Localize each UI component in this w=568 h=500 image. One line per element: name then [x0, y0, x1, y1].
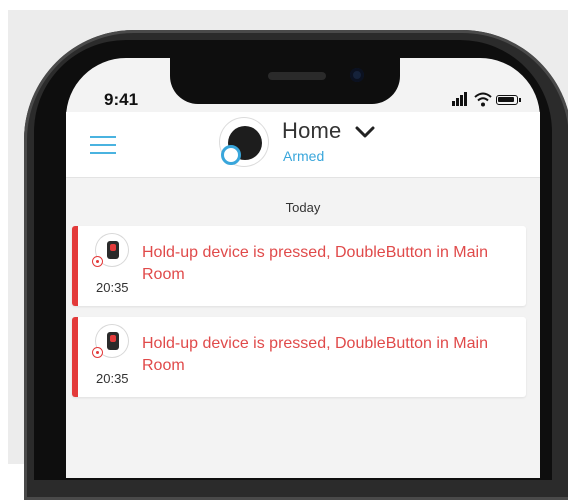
- menu-line: [90, 144, 116, 146]
- chevron-down-icon[interactable]: [352, 122, 378, 142]
- phone-notch: [170, 58, 400, 104]
- wifi-icon: [474, 92, 492, 107]
- alarm-badge-icon: [92, 347, 103, 358]
- event-card[interactable]: 20:35 Hold-up device is pressed, DoubleB…: [72, 226, 526, 306]
- event-card[interactable]: 20:35 Hold-up device is pressed, DoubleB…: [72, 317, 526, 397]
- signal-icon-bar: [464, 92, 467, 106]
- signal-icon-bar: [460, 95, 463, 106]
- hub-name-title[interactable]: Home: [282, 118, 342, 144]
- screenshot-stage: 9:41 Home Armed Today 20:35 Hold-up devi…: [0, 0, 568, 500]
- hamburger-menu-icon[interactable]: [90, 136, 116, 154]
- battery-icon: [496, 95, 518, 105]
- status-icons: [452, 92, 522, 108]
- status-time: 9:41: [104, 90, 139, 109]
- menu-line: [90, 152, 116, 154]
- device-button: [110, 244, 116, 251]
- event-text: Hold-up device is pressed, DoubleButton …: [142, 244, 488, 283]
- speaker-grille: [268, 72, 326, 80]
- alarm-badge-icon: [92, 256, 103, 267]
- event-time: 20:35: [96, 280, 129, 295]
- front-camera: [350, 68, 364, 82]
- event-time: 20:35: [96, 371, 129, 386]
- date-section-label: Today: [285, 200, 321, 215]
- signal-icon-bar: [456, 98, 459, 106]
- battery-tip: [519, 98, 521, 102]
- event-text: Hold-up device is pressed, DoubleButton …: [142, 335, 488, 374]
- hub-status-ring-icon: [221, 145, 241, 165]
- menu-line: [90, 136, 116, 138]
- security-status: Armed: [283, 148, 325, 164]
- signal-icon: [452, 101, 455, 106]
- device-button: [110, 335, 116, 342]
